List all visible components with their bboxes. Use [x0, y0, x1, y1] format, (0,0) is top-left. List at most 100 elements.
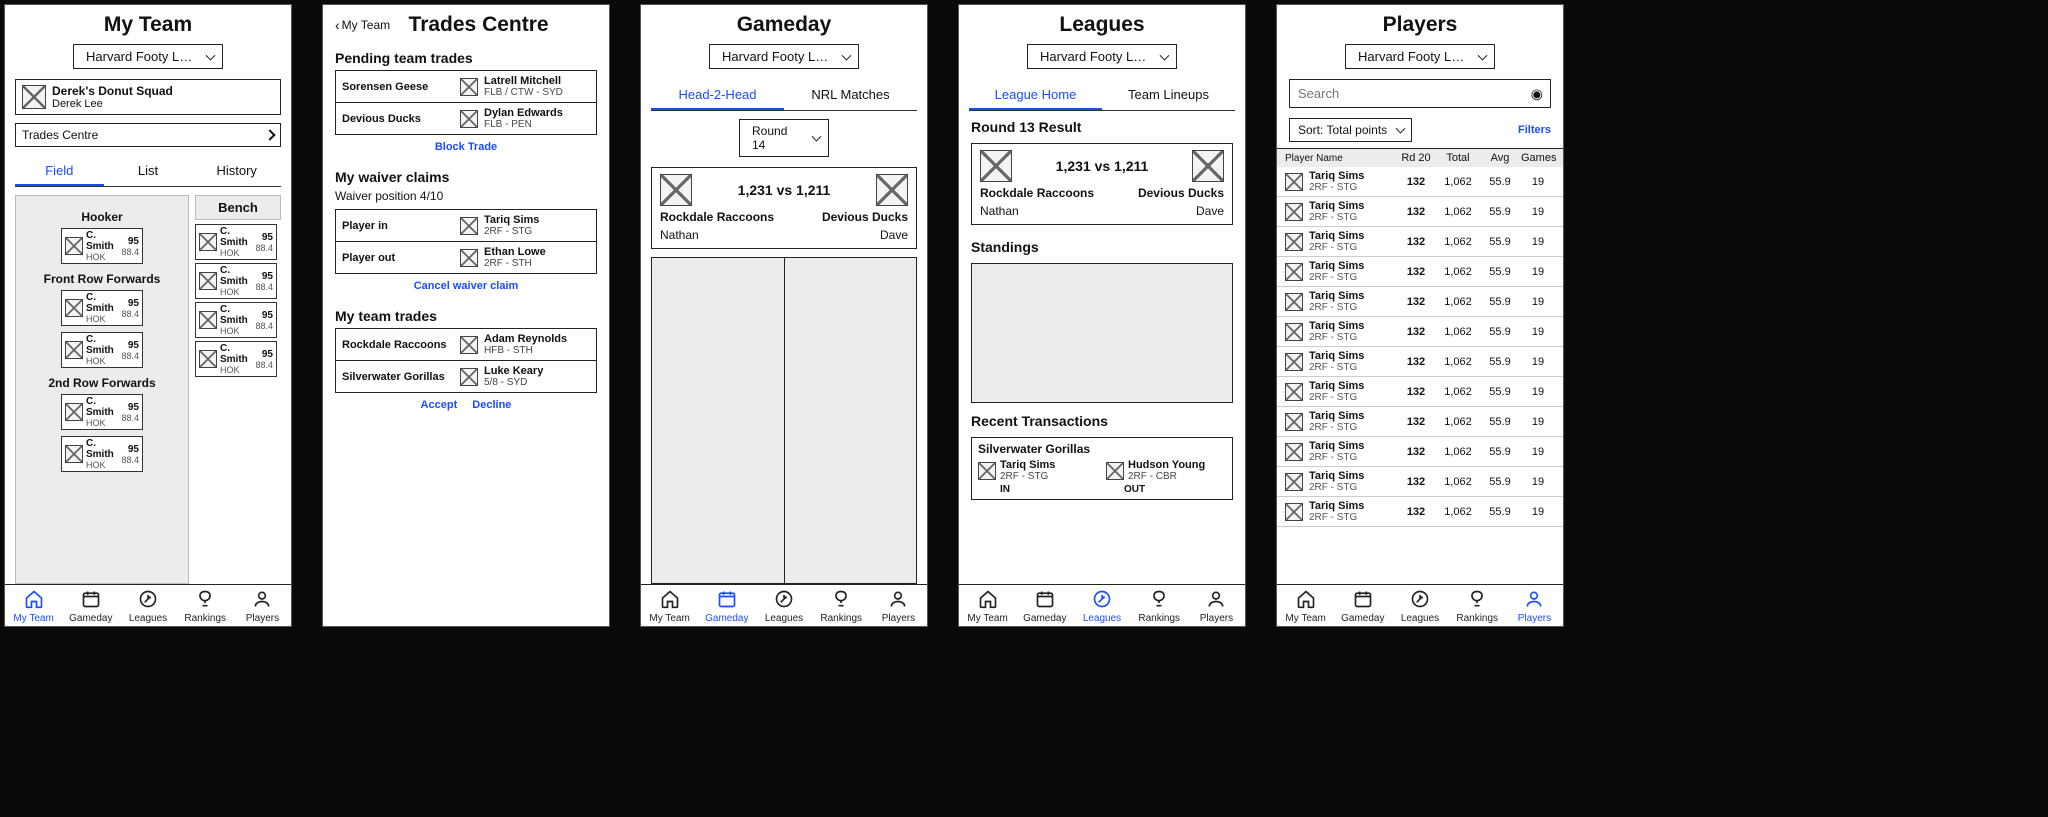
- tab-team-lineups[interactable]: Team Lineups: [1102, 81, 1235, 110]
- bottom-nav: My Team Gameday Leagues Rankings Players: [5, 584, 291, 626]
- home-lineup[interactable]: [652, 258, 785, 583]
- player-card[interactable]: C. SmithHOK 9588.4: [61, 290, 143, 326]
- players-icon: [252, 589, 272, 612]
- player-card[interactable]: C. SmithHOK 9588.4: [61, 332, 143, 368]
- player-thumb: [199, 311, 217, 329]
- nav-leagues[interactable]: Leagues: [1073, 589, 1130, 624]
- nav-leagues[interactable]: Leagues: [1391, 589, 1448, 624]
- nav-players[interactable]: Players: [234, 589, 291, 624]
- table-row[interactable]: Tariq Sims2RF - STG 1321,062 55.919: [1277, 407, 1563, 437]
- nav-myteam[interactable]: My Team: [641, 589, 698, 624]
- tab-history[interactable]: History: [192, 157, 281, 186]
- nav-myteam[interactable]: My Team: [1277, 589, 1334, 624]
- nav-leagues[interactable]: Leagues: [755, 589, 812, 624]
- visibility-icon[interactable]: ◉: [1531, 85, 1543, 102]
- filters-link[interactable]: Filters: [1518, 124, 1551, 136]
- waiver-out-row[interactable]: Player out Ethan Lowe 2RF - STH: [336, 241, 596, 273]
- player-thumb: [978, 462, 996, 480]
- tab-field[interactable]: Field: [15, 157, 104, 186]
- nav-myteam[interactable]: My Team: [959, 589, 1016, 624]
- player-thumb: [1285, 503, 1303, 521]
- block-trade-link[interactable]: Block Trade: [323, 135, 609, 159]
- table-row[interactable]: Tariq Sims2RF - STG 1321,062 55.919: [1277, 467, 1563, 497]
- nav-players[interactable]: Players: [1188, 589, 1245, 624]
- standings-box[interactable]: [971, 263, 1233, 403]
- table-row[interactable]: Tariq Sims2RF - STG 1321,062 55.919: [1277, 497, 1563, 527]
- nav-rankings[interactable]: Rankings: [177, 589, 234, 624]
- myteam-tabs: Field List History: [15, 157, 281, 187]
- nav-rankings[interactable]: Rankings: [813, 589, 870, 624]
- league-selector[interactable]: Harvard Footy Leag…: [73, 44, 223, 69]
- nav-rankings[interactable]: Rankings: [1449, 589, 1506, 624]
- trade-row[interactable]: Devious Ducks Dylan EdwardsFLB - PEN: [336, 102, 596, 134]
- nav-myteam[interactable]: My Team: [5, 589, 62, 624]
- away-lineup[interactable]: [785, 258, 917, 583]
- chevron-left-icon: ‹: [335, 17, 340, 33]
- player-card[interactable]: C. SmithHOK 9588.4: [195, 263, 277, 299]
- nav-rankings[interactable]: Rankings: [1131, 589, 1188, 624]
- player-thumb: [1285, 323, 1303, 341]
- player-card[interactable]: C. SmithHOK 9588.4: [195, 224, 277, 260]
- transaction-card[interactable]: Silverwater Gorillas Tariq Sims 2RF - ST…: [971, 437, 1233, 500]
- leagues-icon: [1410, 589, 1430, 612]
- player-thumb: [1285, 173, 1303, 191]
- cancel-waiver-link[interactable]: Cancel waiver claim: [323, 274, 609, 298]
- table-row[interactable]: Tariq Sims2RF - STG 1321,062 55.919: [1277, 167, 1563, 197]
- leagues-icon: [1092, 589, 1112, 612]
- nav-gameday[interactable]: Gameday: [1016, 589, 1073, 624]
- nav-players[interactable]: Players: [870, 589, 927, 624]
- accept-link[interactable]: Accept: [421, 399, 458, 411]
- search-input[interactable]: [1289, 79, 1551, 108]
- player-thumb: [65, 299, 83, 317]
- table-row[interactable]: Tariq Sims2RF - STG 1321,062 55.919: [1277, 347, 1563, 377]
- back-button[interactable]: ‹ My Team: [335, 17, 390, 33]
- league-selector[interactable]: Harvard Footy Leag…: [1345, 44, 1495, 69]
- nav-gameday[interactable]: Gameday: [698, 589, 755, 624]
- table-header-row: Player Name Rd 20 Total Avg Games: [1277, 149, 1563, 167]
- tab-list[interactable]: List: [104, 157, 193, 186]
- league-selector[interactable]: Harvard Footy Leag…: [709, 44, 859, 69]
- waiver-box: Player in Tariq Sims 2RF - STG Player ou…: [335, 209, 597, 274]
- nav-leagues[interactable]: Leagues: [119, 589, 176, 624]
- field-pitch: Hooker C. SmithHOK 9588.4 Front Row Forw…: [15, 195, 189, 584]
- round-selector[interactable]: Round 14: [739, 119, 829, 157]
- table-row[interactable]: Tariq Sims2RF - STG 1321,062 55.919: [1277, 227, 1563, 257]
- player-card[interactable]: C. SmithHOK 9588.4: [195, 302, 277, 338]
- tab-nrl[interactable]: NRL Matches: [784, 81, 917, 110]
- player-card[interactable]: C. SmithHOK 9588.4: [61, 394, 143, 430]
- nav-gameday[interactable]: Gameday: [1334, 589, 1391, 624]
- player-thumb: [1285, 443, 1303, 461]
- player-thumb: [460, 110, 478, 128]
- result-card[interactable]: 1,231 vs 1,211 Rockdale Raccoons Devious…: [971, 143, 1233, 225]
- table-row[interactable]: Tariq Sims2RF - STG 1321,062 55.919: [1277, 377, 1563, 407]
- team-header[interactable]: Derek's Donut Squad Derek Lee: [15, 79, 281, 115]
- trades-centre-link[interactable]: Trades Centre: [15, 123, 281, 147]
- player-card[interactable]: C. SmithHOK 9588.4: [61, 228, 143, 264]
- player-card[interactable]: C. SmithHOK 9588.4: [195, 341, 277, 377]
- tab-league-home[interactable]: League Home: [969, 81, 1102, 110]
- decline-link[interactable]: Decline: [472, 399, 511, 411]
- table-row[interactable]: Tariq Sims2RF - STG 1321,062 55.919: [1277, 437, 1563, 467]
- trade-row[interactable]: Silverwater Gorillas Luke Keary5/8 - SYD: [336, 360, 596, 392]
- table-row[interactable]: Tariq Sims2RF - STG 1321,062 55.919: [1277, 287, 1563, 317]
- trade-row[interactable]: Sorensen Geese Latrell MitchellFLB / CTW…: [336, 71, 596, 102]
- table-row[interactable]: Tariq Sims2RF - STG 1321,062 55.919: [1277, 257, 1563, 287]
- waiver-in-row[interactable]: Player in Tariq Sims 2RF - STG: [336, 210, 596, 241]
- nav-gameday[interactable]: Gameday: [62, 589, 119, 624]
- trade-row[interactable]: Rockdale Raccoons Adam ReynoldsHFB - STH: [336, 329, 596, 360]
- league-selector[interactable]: Harvard Footy Leag…: [1027, 44, 1177, 69]
- myteam-icon: [24, 589, 44, 612]
- home-team-logo: [980, 150, 1012, 182]
- nav-players[interactable]: Players: [1506, 589, 1563, 624]
- player-card[interactable]: C. SmithHOK 9588.4: [61, 436, 143, 472]
- player-thumb: [65, 403, 83, 421]
- gameday-icon: [81, 589, 101, 612]
- match-card[interactable]: 1,231 vs 1,211 Rockdale Raccoons Devious…: [651, 167, 917, 249]
- leagues-icon: [138, 589, 158, 612]
- table-row[interactable]: Tariq Sims2RF - STG 1321,062 55.919: [1277, 317, 1563, 347]
- tab-h2h[interactable]: Head-2-Head: [651, 81, 784, 110]
- table-row[interactable]: Tariq Sims2RF - STG 1321,062 55.919: [1277, 197, 1563, 227]
- pending-trades-header: Pending team trades: [335, 50, 597, 66]
- sort-selector[interactable]: Sort: Total points: [1289, 118, 1412, 142]
- away-team-logo: [1192, 150, 1224, 182]
